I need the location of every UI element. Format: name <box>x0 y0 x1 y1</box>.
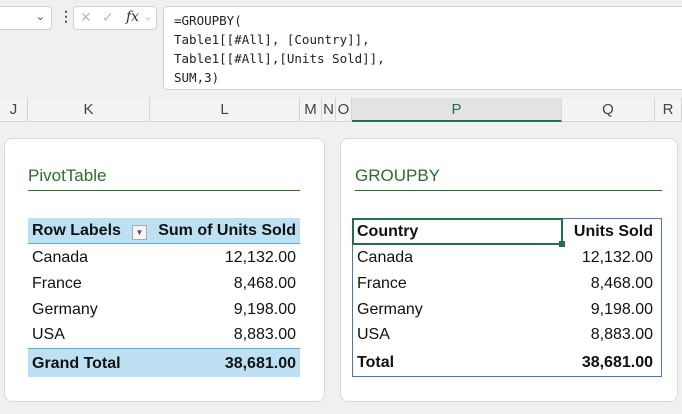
units-sold-header[interactable]: Units Sold <box>574 219 653 245</box>
formula-controls: ✕ ✓ fx ⌄ <box>73 6 157 30</box>
cancel-icon[interactable]: ✕ <box>80 9 92 26</box>
more-options-icon[interactable]: ⋮ <box>59 8 73 25</box>
column-header-n[interactable]: N <box>322 98 336 122</box>
table-row[interactable]: USA 8,883.00 <box>28 322 300 348</box>
row-value: 12,132.00 <box>581 249 653 266</box>
total-label: Total <box>357 354 395 371</box>
confirm-icon[interactable]: ✓ <box>102 9 114 26</box>
table-row[interactable]: Canada 12,132.00 <box>28 245 300 271</box>
total-value: 38,681.00 <box>224 355 296 372</box>
column-header-k[interactable]: K <box>28 98 150 122</box>
selected-cell[interactable] <box>352 218 563 245</box>
column-header-m[interactable]: M <box>300 98 322 122</box>
table-row[interactable]: Germany 9,198.00 <box>28 297 300 323</box>
row-value: 8,468.00 <box>590 275 653 292</box>
column-header-l[interactable]: L <box>150 98 300 122</box>
table-row[interactable]: Canada 12,132.00 <box>353 245 657 271</box>
row-label: USA <box>32 326 65 343</box>
row-value: 12,132.00 <box>224 249 296 266</box>
total-label: Grand Total <box>32 355 121 372</box>
column-header-j[interactable]: J <box>0 98 28 122</box>
name-box[interactable]: ⌄ <box>0 6 52 30</box>
table-row[interactable]: France 8,468.00 <box>28 271 300 297</box>
table-row[interactable]: Germany 9,198.00 <box>353 297 657 323</box>
row-value: 8,883.00 <box>233 326 296 343</box>
chevron-down-icon[interactable]: ⌄ <box>144 12 152 23</box>
row-value: 9,198.00 <box>233 301 296 318</box>
row-value: 8,468.00 <box>233 275 296 292</box>
row-label: France <box>32 275 82 292</box>
formula-bar-area: ⌄ ⋮ ✕ ✓ fx ⌄ =GROUPBY( Table1[[#All], [C… <box>0 0 682 98</box>
row-label: Canada <box>32 249 89 266</box>
row-labels-header[interactable]: Row Labels <box>32 218 121 244</box>
column-header-r[interactable]: R <box>655 98 682 122</box>
sum-header[interactable]: Sum of Units Sold <box>158 218 296 244</box>
row-label: France <box>357 275 407 292</box>
filter-dropdown-icon[interactable]: ▼ <box>132 225 147 240</box>
grand-total-row[interactable]: Grand Total 38,681.00 <box>28 348 300 377</box>
row-label: Canada <box>357 249 414 266</box>
column-header-p[interactable]: P <box>352 98 562 122</box>
pivot-header-row[interactable]: Row Labels ▼ Sum of Units Sold <box>28 218 300 244</box>
table-row[interactable]: France 8,468.00 <box>353 271 657 297</box>
column-headers: J K L M N O P Q R <box>0 98 682 122</box>
column-header-o[interactable]: O <box>336 98 352 122</box>
table-row[interactable]: USA 8,883.00 <box>353 322 657 348</box>
row-label: USA <box>357 326 390 343</box>
chevron-down-icon[interactable]: ⌄ <box>36 10 45 23</box>
pivot-title: PivotTable <box>28 166 300 191</box>
insert-function-icon[interactable]: fx <box>126 9 139 25</box>
total-row[interactable]: Total 38,681.00 <box>353 350 657 376</box>
formula-input[interactable]: =GROUPBY( Table1[[#All], [Country]], Tab… <box>163 6 682 90</box>
row-label: Germany <box>32 301 98 318</box>
row-value: 8,883.00 <box>590 326 653 343</box>
total-value: 38,681.00 <box>581 354 653 371</box>
groupby-title: GROUPBY <box>355 166 662 191</box>
row-value: 9,198.00 <box>590 301 653 318</box>
row-label: Germany <box>357 301 423 318</box>
column-header-q[interactable]: Q <box>562 98 655 122</box>
